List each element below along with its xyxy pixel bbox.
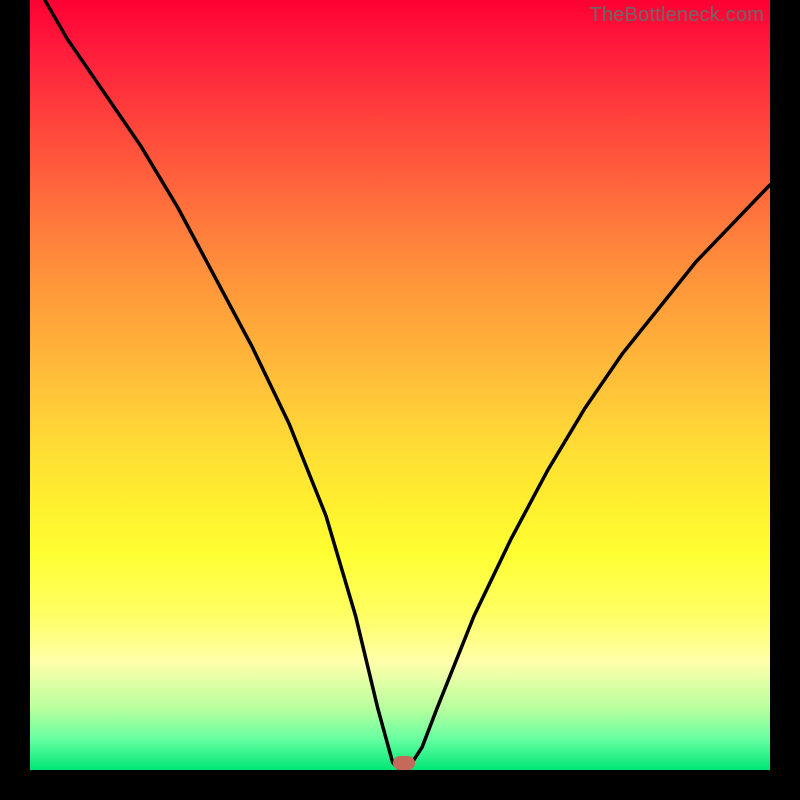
optimum-marker (393, 756, 415, 770)
chart-frame: TheBottleneck.com (0, 0, 800, 800)
plot-area: TheBottleneck.com (30, 0, 770, 770)
watermark-text: TheBottleneck.com (589, 4, 764, 27)
bottleneck-curve (30, 0, 770, 770)
